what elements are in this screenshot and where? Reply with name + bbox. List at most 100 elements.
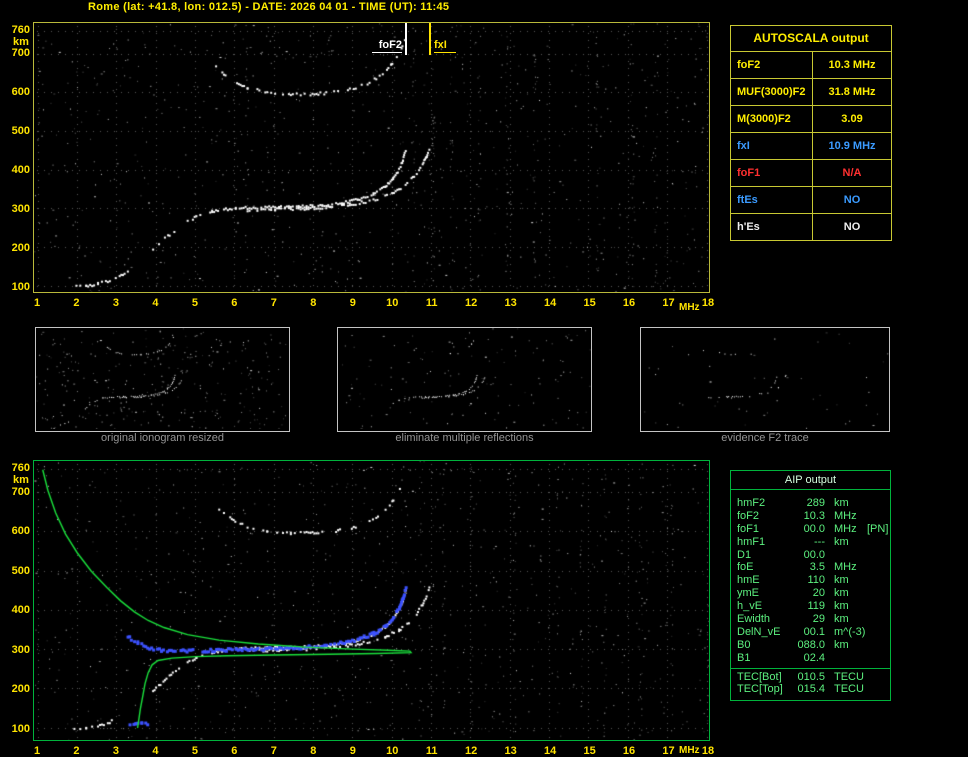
aip-row-value: 00.1 xyxy=(803,625,825,638)
aip-row-extra xyxy=(867,639,890,652)
aip-row-extra xyxy=(867,497,890,510)
aip-row-extra xyxy=(867,510,890,523)
aip-row-extra xyxy=(867,613,890,626)
aip-row-extra xyxy=(867,574,890,587)
x-tick-4: 4 xyxy=(152,297,159,309)
aip-row-unit: MHz xyxy=(834,522,857,535)
y-tick-500: 500 xyxy=(11,125,30,138)
x-tick-11: 11 xyxy=(425,745,438,757)
aip-row-foE: foE 3.5 MHz xyxy=(731,561,890,574)
aip-row-unit: MHz xyxy=(834,561,857,574)
x-tick-1: 1 xyxy=(33,297,41,309)
aip-row-label: DelN_vE xyxy=(737,625,781,638)
x-tick-15: 15 xyxy=(583,297,596,309)
autoscala-row-value: 3.09 xyxy=(812,106,891,132)
autoscala-row-value: NO xyxy=(812,187,891,213)
y-tick-300: 300 xyxy=(11,203,30,216)
aip-tec-row-TEC[Top]: TEC[Top] 015.4 TECU xyxy=(731,683,890,696)
x-tick-12: 12 xyxy=(465,745,478,757)
aip-row-unit: km xyxy=(834,535,849,548)
x-tick-10: 10 xyxy=(386,297,399,309)
aip-row-extra xyxy=(867,600,890,613)
y-tick-700: 700 xyxy=(11,47,30,60)
autoscala-row-value: NO xyxy=(812,214,891,240)
aip-row-unit xyxy=(825,549,867,562)
thumbnail-evidence-canvas xyxy=(641,328,889,429)
y-tick-300: 300 xyxy=(11,643,30,656)
aip-row-ymE: ymE 20 km xyxy=(731,587,890,600)
x-tick-8: 8 xyxy=(310,297,317,309)
aip-row-label: Ewidth xyxy=(737,613,771,626)
autoscala-row-label: foF2 xyxy=(737,59,761,71)
aip-row-label: h_vE xyxy=(737,600,763,613)
y-tick-400: 400 xyxy=(11,604,30,617)
y-tick-200: 200 xyxy=(11,242,30,255)
aip-row-label: ymE xyxy=(737,587,759,600)
x-tick-7: 7 xyxy=(270,297,277,309)
aip-row-D1: D1 00.0 xyxy=(731,549,890,562)
aip-row-hmF2: hmF2 289 km xyxy=(731,497,890,510)
x-tick-7: 7 xyxy=(270,745,277,757)
aip-row-value: 088.0 xyxy=(797,638,825,651)
autoscala-row-value: 10.9 MHz xyxy=(812,133,891,159)
aip-row-value: 10.3 xyxy=(803,509,825,522)
y-tick-400: 400 xyxy=(11,164,30,177)
aip-row-label: foF1 xyxy=(737,522,760,535)
x-tick-5: 5 xyxy=(191,745,198,757)
aip-row-extra xyxy=(867,587,890,600)
aip-row-label: hmF1 xyxy=(737,535,766,548)
y-tick-600: 600 xyxy=(11,525,30,538)
x-tick-8: 8 xyxy=(310,745,317,757)
aip-row-label: B0 xyxy=(737,638,751,651)
aip-tec-label: TEC[Bot] xyxy=(737,670,782,683)
x-tick-13: 13 xyxy=(504,745,517,757)
x-tick-17: 17 xyxy=(662,745,675,757)
aip-row-value: 00.0 xyxy=(803,548,825,561)
aip-row-foF1: foF1 00.0 MHz [PN] xyxy=(731,523,890,536)
y-tick-100: 100 xyxy=(11,723,30,735)
x-tick-6: 6 xyxy=(231,745,238,757)
y-tick-100: 100 xyxy=(11,281,30,293)
x-tick-15: 15 xyxy=(583,745,596,757)
autoscala-row-value: N/A xyxy=(812,160,891,186)
y-tick-760: 760 xyxy=(11,24,30,36)
aip-row-unit: MHz xyxy=(834,509,857,522)
fxi-marker-label: fxI xyxy=(434,39,456,53)
x-tick-6: 6 xyxy=(231,297,238,309)
x-tick-14: 14 xyxy=(543,297,557,309)
x-tick-13: 13 xyxy=(504,297,517,309)
aip-row-extra xyxy=(867,561,890,574)
aip-row-value: 20 xyxy=(812,587,825,600)
x-tick-16: 16 xyxy=(622,297,636,309)
aip-row-value: 00.0 xyxy=(803,522,825,535)
x-tick-2: 2 xyxy=(73,745,80,757)
aip-row-label: hmF2 xyxy=(737,497,766,509)
thumbnail-original-ionogram xyxy=(35,327,290,432)
thumbnail-original-canvas xyxy=(36,328,289,429)
aip-row-foF2: foF2 10.3 MHz xyxy=(731,510,890,523)
y-tick-500: 500 xyxy=(11,564,30,577)
aip-row-extra xyxy=(867,549,890,562)
x-tick-11: 11 xyxy=(425,297,438,309)
y-tick-760: 760 xyxy=(11,462,30,474)
aip-row-unit: km xyxy=(834,600,849,613)
aip-tec-label: TEC[Top] xyxy=(737,683,783,696)
x-tick-4: 4 xyxy=(152,745,159,757)
x-tick-14: 14 xyxy=(543,745,557,757)
aip-tec-value: 015.4 xyxy=(797,683,825,696)
aip-row-extra xyxy=(867,536,890,549)
autoscala-output-panel: AUTOSCALA output foF2 10.3 MHz MUF(3000)F2… xyxy=(730,25,892,241)
aip-row-label: D1 xyxy=(737,548,752,561)
autoscala-row-h'Es: h'Es NO xyxy=(731,213,891,240)
autoscala-row-foF1: foF1 N/A xyxy=(731,159,891,186)
aip-row-value: 110 xyxy=(807,574,825,587)
aip-row-DelN_vE: DelN_vE 00.1 m^(-3) xyxy=(731,626,890,639)
y-axis-unit-top: km xyxy=(13,36,29,48)
thumbnail-caption-3: evidence F2 trace xyxy=(721,432,809,444)
x-tick-9: 9 xyxy=(349,297,356,309)
aip-tec-rows: TEC[Bot] 010.5 TECU TEC[Top] 015.4 TECU xyxy=(731,667,890,697)
aip-output-panel: AIP output hmF2 289 km foF2 10.3 MHz foF1 00.0 M… xyxy=(730,470,891,701)
aip-row-extra xyxy=(867,626,890,639)
fof2-marker-label: foF2 xyxy=(372,39,402,53)
aip-row-B1: B1 02.4 xyxy=(731,652,890,665)
